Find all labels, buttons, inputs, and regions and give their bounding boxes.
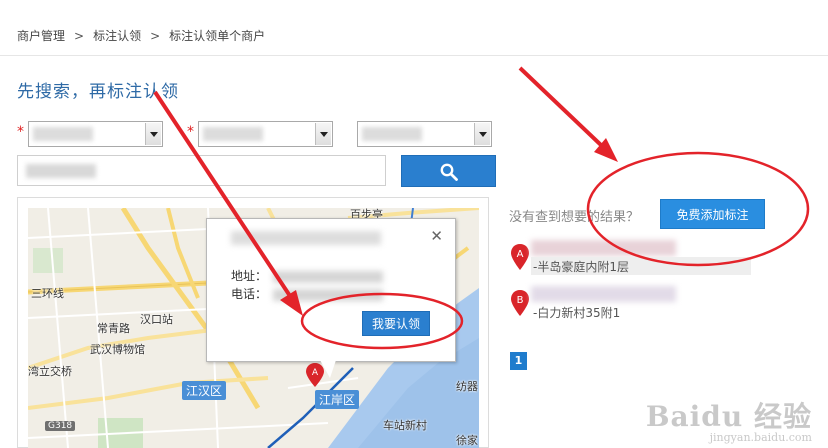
search-input[interactable] [17,155,386,186]
search-input-value [26,164,96,178]
highway-badge: G318 [45,421,76,431]
address-label: 地址： [231,269,268,283]
address-row: 地址： [231,267,384,284]
province-select[interactable] [28,121,163,147]
district-select[interactable] [357,121,492,147]
popup-tail [320,360,336,378]
merchant-name-redacted [231,231,381,245]
city-select[interactable] [198,121,333,147]
select-value [362,127,422,141]
required-mark: * [17,124,24,140]
chevron-down-icon[interactable] [315,123,331,145]
search-icon [440,163,458,181]
phone-label: 电话： [231,287,268,301]
close-icon[interactable]: ✕ [430,227,443,245]
no-result-text: 没有查到想要的结果？ [509,210,640,225]
map-label: 常青路 [97,322,130,335]
add-marker-button[interactable]: 免费添加标注 [660,199,765,229]
breadcrumb-separator: > [74,29,85,43]
header-divider [0,55,828,56]
watermark: Baidu 经验 jingyan.baidu.com [646,395,812,444]
map-label: 武汉博物馆 [90,343,145,356]
annotation-arrow [518,66,618,162]
map-label: 纺器 [456,380,478,393]
map-label: 湾立交桥 [28,365,72,378]
map-label: 徐家 [456,434,478,447]
breadcrumb: 商户管理 > 标注认领 > 标注认领单个商户 [17,27,265,45]
map-pin-letter: A [312,368,319,378]
breadcrumb-item-claim[interactable]: 标注认领 [93,27,141,44]
claim-button[interactable]: 我要认领 [362,311,430,336]
breadcrumb-item-merchant-management[interactable]: 商户管理 [17,27,65,44]
chevron-down-icon[interactable] [145,123,161,145]
page-title: 先搜索，再标注认领 [17,82,179,102]
result-address: -半岛豪庭内附1层 [533,260,629,274]
breadcrumb-item-claim-single: 标注认领单个商户 [169,29,266,43]
pagination-current-page[interactable]: 1 [510,352,527,370]
result-item[interactable]: A -半岛豪庭内附1层 [511,240,771,280]
required-mark: * [187,124,194,140]
info-popup: ✕ 地址： 电话： 我要认领 [206,218,456,362]
address-value-redacted [273,270,384,283]
map-pin-icon: A [511,244,529,270]
watermark-logo: Baidu 经验 [645,400,812,433]
result-address: -白力新村35附1 [533,306,621,320]
search-button[interactable] [401,155,496,187]
map-label: 三环线 [31,287,64,300]
district-label: 江岸区 [315,390,360,409]
result-letter: A [517,249,524,260]
district-label: 江汉区 [182,381,227,400]
map-label: 汉口站 [140,313,173,326]
select-value [33,127,93,141]
phone-value-redacted [273,288,384,301]
result-title-redacted [531,286,676,302]
result-title-redacted [531,240,676,256]
phone-row: 电话： [231,285,384,302]
select-value [203,127,263,141]
map-pin-icon: B [511,290,529,316]
chevron-down-icon[interactable] [474,123,490,145]
result-letter: B [517,295,524,306]
result-item[interactable]: B -白力新村35附1 [511,286,771,326]
map-label: 车站新村 [383,419,427,432]
breadcrumb-separator: > [150,29,161,43]
